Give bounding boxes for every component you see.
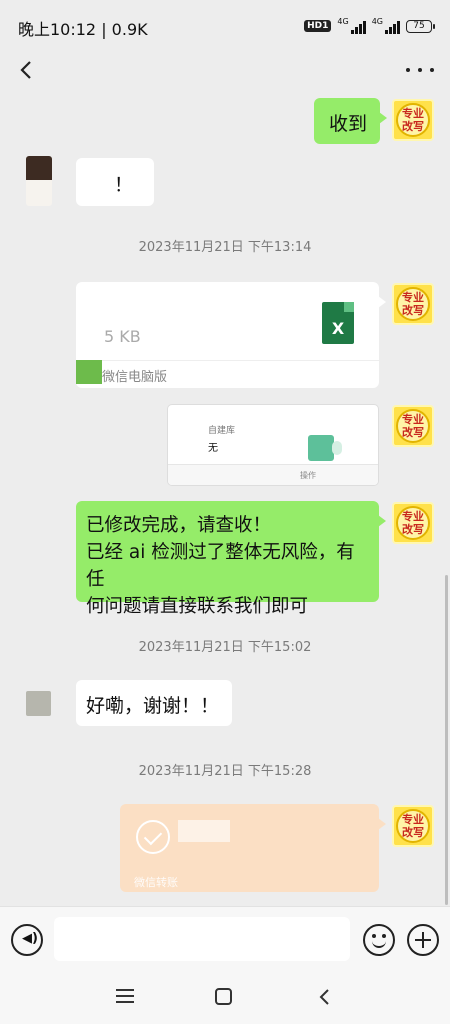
signal-icon: 4G: [337, 17, 366, 34]
avatar-contact[interactable]: [26, 156, 52, 206]
avatar-self[interactable]: 专业 改写: [392, 283, 434, 325]
image-footer-strip: [168, 464, 378, 485]
message-line: 已修改完成，请查收！: [86, 515, 272, 536]
input-bar: ◀): [0, 906, 450, 971]
more-button[interactable]: [406, 60, 434, 80]
message-bubble-incoming[interactable]: ！: [76, 158, 154, 206]
status-indicators: HD1 4G 4G 75: [304, 16, 435, 36]
avatar-logo: 专业 改写: [396, 103, 430, 137]
transfer-message[interactable]: 微信转账: [120, 804, 386, 892]
status-bar: 晚上10:12 | 0.9K HD1 4G 4G 75: [0, 0, 450, 52]
file-size: 5 KB: [104, 327, 141, 346]
more-functions-button[interactable]: [407, 924, 439, 956]
message-line: 何问题请直接联系我们即可: [86, 596, 309, 617]
avatar-self[interactable]: 专业 改写: [392, 99, 434, 141]
check-circle-icon: [136, 820, 170, 854]
back-icon: [20, 61, 31, 79]
avatar-contact[interactable]: [26, 691, 51, 716]
timestamp: 2023年11月21日 下午15:28: [138, 764, 312, 779]
system-back-icon[interactable]: [316, 987, 334, 1007]
file-source-label: 微信电脑版: [102, 370, 168, 385]
home-icon[interactable]: [215, 988, 232, 1005]
image-text-label: 自建库: [208, 426, 236, 436]
file-message[interactable]: 5 KB X 微信电脑版: [76, 282, 386, 388]
battery-icon: 75: [406, 19, 435, 33]
message-text: 收到: [329, 113, 368, 135]
avatar-image: [26, 156, 52, 180]
avatar-self[interactable]: 专业 改写: [392, 502, 434, 544]
more-icon: [406, 68, 410, 72]
voice-input-button[interactable]: ◀): [11, 924, 43, 956]
status-time: 晚上10:12 | 0.9K: [18, 20, 148, 39]
divider: [76, 360, 379, 361]
network-type-2: 4G: [371, 17, 383, 26]
avatar-logo: 专业 改写: [396, 409, 430, 443]
emoji-button[interactable]: [363, 924, 395, 956]
message-text: 好嘞，谢谢！！: [86, 695, 220, 717]
chat-header: [0, 52, 450, 88]
excel-file-icon: X: [322, 302, 354, 344]
image-text-op: 操作: [300, 471, 316, 480]
image-text-value: 无: [208, 443, 218, 454]
message-bubble-outgoing[interactable]: 已修改完成，请查收！ 已经 ai 检测过了整体无风险，有任 何问题请直接联系我们…: [76, 501, 386, 617]
message-line: 已经 ai 检测过了整体无风险，有任: [86, 542, 355, 590]
avatar-logo: 专业 改写: [396, 287, 430, 321]
transfer-amount: [178, 820, 230, 842]
transfer-label: 微信转账: [134, 876, 178, 889]
avatar-self[interactable]: 专业 改写: [392, 405, 434, 447]
message-bubble-outgoing[interactable]: 收到: [314, 98, 387, 144]
scrollbar-thumb[interactable]: [445, 575, 448, 905]
voice-icon: ◀): [22, 931, 38, 946]
message-text: 已修改完成，请查收！ 已经 ai 检测过了整体无风险，有任 何问题请直接联系我们…: [76, 501, 379, 631]
menu-icon[interactable]: [116, 989, 134, 1003]
message-bubble-incoming[interactable]: 好嘞，谢谢！！: [76, 680, 232, 726]
timestamp: 2023年11月21日 下午13:14: [138, 240, 312, 255]
avatar-self[interactable]: 专业 改写: [392, 805, 434, 847]
network-type-1: 4G: [337, 17, 349, 26]
message-text: ！: [114, 174, 134, 196]
avatar-logo: 专业 改写: [396, 809, 430, 843]
system-navigation-bar: [0, 970, 450, 1024]
timestamp: 2023年11月21日 下午15:02: [138, 640, 312, 655]
file-source-icon: [76, 360, 102, 384]
hd-badge: HD1: [304, 20, 332, 32]
signal-icon-2: 4G: [372, 18, 400, 34]
back-button[interactable]: [14, 56, 42, 84]
avatar-logo: 专业 改写: [396, 506, 430, 540]
toggle-icon: [308, 435, 342, 461]
image-message[interactable]: 自建库 无 操作: [167, 404, 379, 486]
message-input[interactable]: [54, 917, 350, 961]
